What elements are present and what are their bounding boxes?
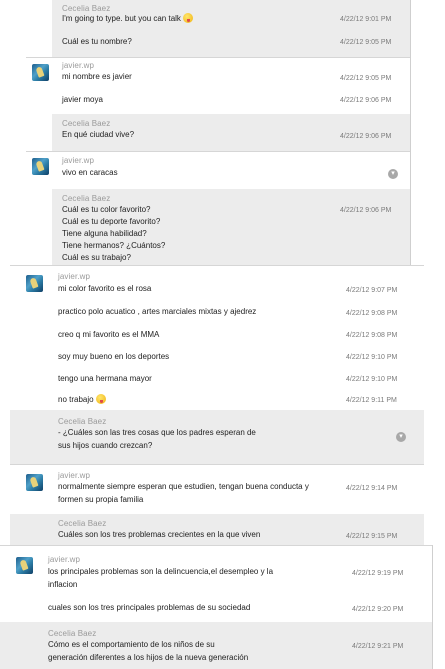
message-text: cuales son los tres principales problema… — [48, 603, 251, 612]
message-text: Cuál es tu nombre? — [62, 37, 132, 46]
expand-chevron-icon[interactable]: ▾ — [396, 432, 406, 442]
sender-name: Cecelia Baez — [58, 417, 107, 426]
timestamp: 4/22/12 9:10 PM — [346, 354, 398, 361]
timestamp: 4/22/12 9:06 PM — [340, 207, 392, 214]
timestamp: 4/22/12 9:21 PM — [352, 643, 404, 650]
message-text: tengo una hermana mayor — [58, 374, 152, 383]
timestamp: 4/22/12 9:07 PM — [346, 287, 398, 294]
message-text: mi nombre es javier — [62, 72, 132, 81]
sender-name: Cecelia Baez — [58, 519, 107, 528]
avatar — [16, 557, 33, 574]
message-group: Cecelia Baez En qué ciudad vive? 4/22/12… — [52, 114, 410, 151]
message-text: no trabajo — [58, 394, 106, 407]
avatar — [32, 158, 49, 175]
timestamp: 4/22/12 9:19 PM — [352, 570, 404, 577]
sender-name: Cecelia Baez — [48, 629, 97, 638]
sender-name: Cecelia Baez — [62, 119, 111, 128]
chat-strip-2: javier.wp mi color favorito es el rosa 4… — [0, 265, 445, 545]
sender-name: javier.wp — [48, 555, 81, 564]
timestamp: 4/22/12 9:11 PM — [346, 397, 397, 404]
timestamp: 4/22/12 9:10 PM — [346, 376, 398, 383]
message-text: Cuál es tu color favorito? — [62, 205, 151, 214]
message-text: I'm going to type. but you can talk — [62, 13, 193, 26]
message-text: Cómo es el comportamiento de los niños d… — [48, 640, 215, 649]
message-text: creo q mi favorito es el MMA — [58, 330, 160, 339]
expand-chevron-icon[interactable]: ▾ — [388, 169, 398, 179]
sender-name: javier.wp — [58, 272, 91, 281]
chat-strip-1: Cecelia Baez I'm going to type. but you … — [0, 0, 445, 265]
sender-name: Cecelia Baez — [62, 4, 111, 13]
message-text: inflacion — [48, 580, 78, 589]
timestamp: 4/22/12 9:15 PM — [346, 533, 398, 540]
timestamp: 4/22/12 9:05 PM — [340, 75, 392, 82]
message-text: En qué ciudad vive? — [62, 130, 135, 139]
message-text: sus hijos cuando crezcan? — [58, 441, 153, 450]
message-text: generación diferentes a los hijos de la … — [48, 653, 249, 662]
avatar — [26, 474, 43, 491]
message-group: Cecelia Baez Cuál es tu color favorito? … — [52, 189, 410, 265]
message-group: Cecelia Baez I'm going to type. but you … — [52, 0, 410, 57]
message-text: Cuál es su trabajo? — [62, 253, 131, 262]
message-text: normalmente siempre esperan que estudien… — [58, 482, 309, 491]
message-text: Tiene alguna habilidad? — [62, 229, 147, 238]
timestamp: 4/22/12 9:08 PM — [346, 310, 398, 317]
sender-name: javier.wp — [62, 156, 95, 165]
timestamp: 4/22/12 9:05 PM — [340, 39, 392, 46]
avatar — [26, 275, 43, 292]
timestamp: 4/22/12 9:01 PM — [340, 16, 392, 23]
avatar — [32, 64, 49, 81]
sender-name: Cecelia Baez — [62, 194, 111, 203]
message-text: Cuál es tu deporte favorito? — [62, 217, 161, 226]
message-text: los principales problemas son la delincu… — [48, 567, 274, 576]
divider — [432, 545, 433, 669]
message-text: Cuáles son los tres problemas crecientes… — [58, 530, 261, 539]
message-text: javier moya — [62, 95, 103, 104]
wink-emoji-icon — [95, 394, 106, 404]
message-text: formen su propia familia — [58, 495, 144, 504]
timestamp: 4/22/12 9:06 PM — [340, 97, 392, 104]
timestamp: 4/22/12 9:14 PM — [346, 485, 398, 492]
message-text: - ¿Cuáles son las tres cosas que los pad… — [58, 428, 256, 437]
chat-strip-3: javier.wp los principales problemas son … — [0, 545, 445, 669]
message-text: practico polo acuatico , artes marciales… — [58, 307, 257, 316]
message-text: Tiene hermanos? ¿Cuántos? — [62, 241, 166, 250]
message-text: mi color favorito es el rosa — [58, 284, 152, 293]
divider — [410, 0, 411, 265]
message-group: javier.wp mi color favorito es el rosa 4… — [10, 265, 424, 410]
message-group: javier.wp normalmente siempre esperan qu… — [10, 464, 424, 514]
message-group: Cecelia Baez Cómo es el comportamiento d… — [0, 622, 432, 669]
sender-name: javier.wp — [62, 61, 95, 70]
wink-emoji-icon — [182, 13, 193, 23]
sender-name: javier.wp — [58, 471, 91, 480]
message-group: Cecelia Baez - ¿Cuáles son las tres cosa… — [10, 410, 424, 464]
message-group: javier.wp los principales problemas son … — [0, 545, 432, 622]
message-text: vivo en caracas — [62, 168, 118, 177]
message-text: soy muy bueno en los deportes — [58, 352, 170, 361]
timestamp: 4/22/12 9:08 PM — [346, 332, 398, 339]
message-group: javier.wp mi nombre es javier 4/22/12 9:… — [26, 57, 410, 114]
timestamp: 4/22/12 9:06 PM — [340, 133, 392, 140]
message-group: javier.wp vivo en caracas ▾ — [26, 151, 410, 189]
message-group: Cecelia Baez Cuáles son los tres problem… — [10, 514, 424, 545]
timestamp: 4/22/12 9:20 PM — [352, 606, 404, 613]
